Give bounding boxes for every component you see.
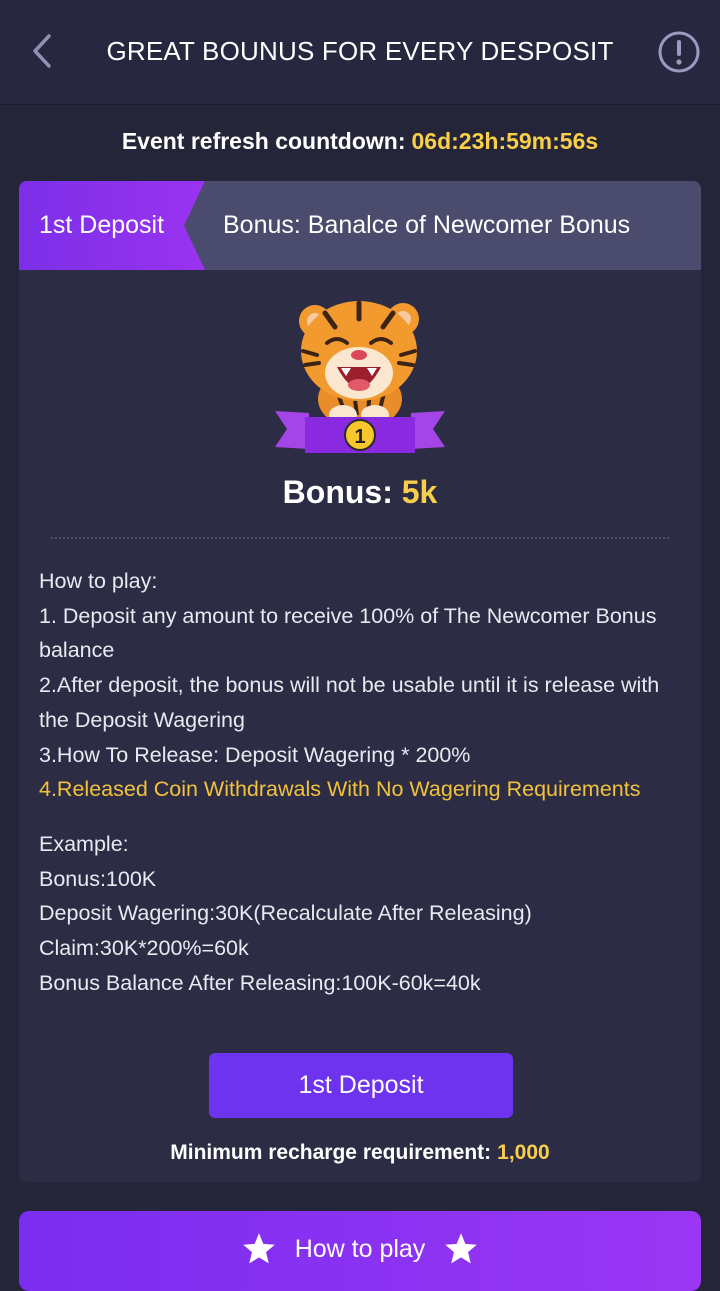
rule-item-1: 1. Deposit any amount to receive 100% of…	[39, 603, 657, 663]
example-line-3: Claim:30K*200%=60k	[39, 936, 249, 961]
example-title: Example:	[39, 831, 129, 856]
example-line-2: Deposit Wagering:30K(Recalculate After R…	[39, 901, 532, 926]
min-req-label: Minimum recharge requirement:	[170, 1141, 492, 1164]
rule-item-3: 3.How To Release: Deposit Wagering * 200…	[39, 742, 471, 767]
star-icon	[242, 1233, 275, 1264]
bonus-amount: Bonus: 5k	[19, 474, 701, 511]
exclamation-circle-icon	[658, 31, 700, 73]
example-line-1: Bonus:100K	[39, 866, 157, 891]
min-req-value: 1,000	[497, 1141, 550, 1164]
info-button[interactable]	[657, 30, 701, 74]
event-countdown: Event refresh countdown: 06d:23h:59m:56s	[0, 128, 720, 155]
bonus-label: Bonus:	[282, 474, 393, 510]
how-to-play-button[interactable]: How to play	[19, 1211, 701, 1291]
example-line-4: Bonus Balance After Releasing:100K-60k=4…	[39, 970, 481, 995]
back-button[interactable]	[22, 26, 62, 76]
countdown-label: Event refresh countdown:	[121, 128, 406, 154]
deposit-bonus-card: 1st Deposit Bonus: Banalce of Newcomer B…	[19, 181, 701, 1182]
rule-item-2: 2.After deposit, the bonus will not be u…	[39, 673, 660, 732]
countdown-value: 06d:23h:59m:56s	[411, 128, 599, 154]
chevron-left-icon	[33, 34, 51, 68]
dotted-divider	[51, 537, 669, 539]
minimum-recharge: Minimum recharge requirement: 1,000	[19, 1141, 701, 1165]
rules-title: How to play:	[39, 569, 158, 593]
card-tab-bar: 1st Deposit Bonus: Banalce of Newcomer B…	[19, 181, 701, 270]
top-bar: GREAT BOUNUS FOR EVERY DESPOSIT	[0, 0, 720, 105]
badge-number: 1	[354, 426, 365, 448]
tab-1st-deposit[interactable]: 1st Deposit	[19, 181, 209, 270]
tab-description: Bonus: Banalce of Newcomer Bonus	[223, 211, 631, 239]
star-icon	[445, 1233, 478, 1264]
page-title: GREAT BOUNUS FOR EVERY DESPOSIT	[106, 36, 614, 66]
rule-item-4: 4.Released Coin Withdrawals With No Wage…	[39, 777, 641, 802]
bonus-value: 5k	[401, 474, 438, 510]
rules-text: How to play: 1. Deposit any amount to re…	[39, 564, 677, 1000]
first-deposit-button[interactable]: 1st Deposit	[209, 1053, 513, 1118]
tiger-mascot-image: 1	[275, 300, 445, 453]
how-to-play-label: How to play	[294, 1235, 426, 1263]
